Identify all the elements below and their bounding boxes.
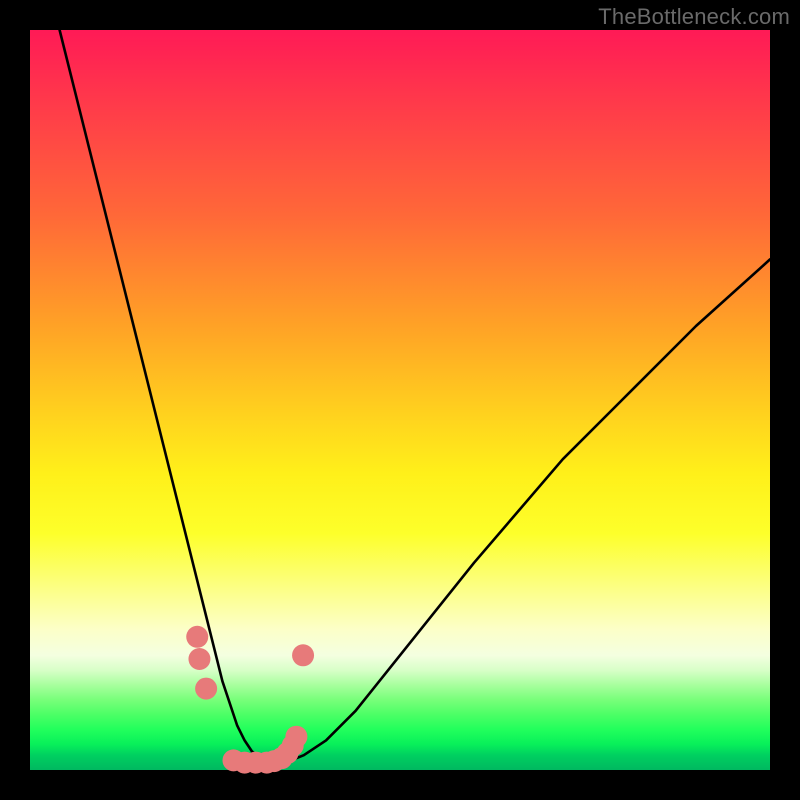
highlight-dots (186, 626, 314, 774)
chart-svg (30, 30, 770, 770)
highlight-dot (188, 648, 210, 670)
plot-area (30, 30, 770, 770)
highlight-dot (292, 644, 314, 666)
bottleneck-curve (60, 30, 770, 763)
highlight-dot (195, 678, 217, 700)
watermark-text: TheBottleneck.com (598, 4, 790, 30)
highlight-dot (285, 726, 307, 748)
highlight-dot (186, 626, 208, 648)
chart-frame: TheBottleneck.com (0, 0, 800, 800)
